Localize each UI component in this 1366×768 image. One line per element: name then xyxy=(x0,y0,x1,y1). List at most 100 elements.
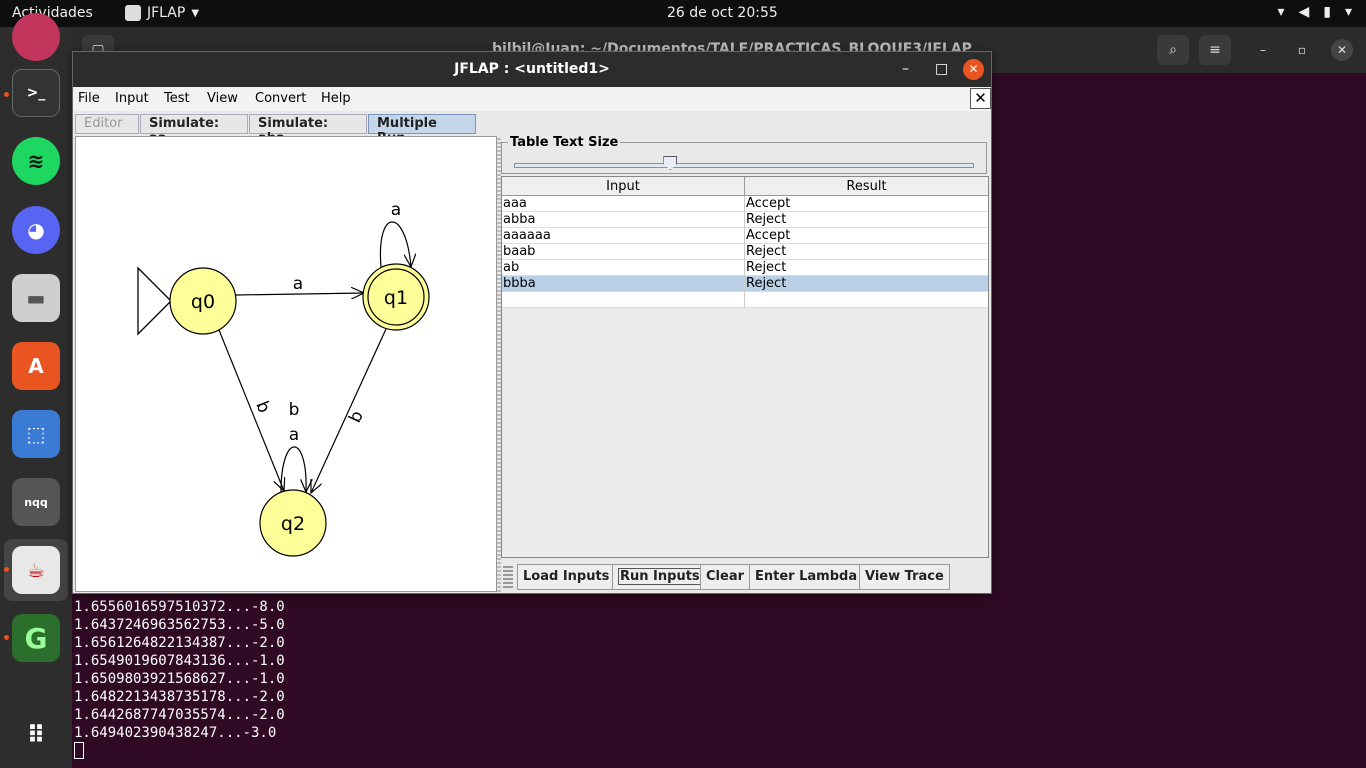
result-cell: Reject xyxy=(746,276,787,291)
table-row[interactable]: aaa Accept xyxy=(502,196,988,212)
text-size-slider-track[interactable] xyxy=(514,163,974,168)
terminal-output: 1.6556016597510372...-8.0 1.643724696356… xyxy=(74,598,285,760)
transition-label: b xyxy=(345,408,368,426)
minimize-icon[interactable]: – xyxy=(1252,39,1274,61)
column-header-result[interactable]: Result xyxy=(745,179,988,194)
wifi-icon: ▾ xyxy=(1277,4,1285,20)
clock[interactable]: 26 de oct 20:55 xyxy=(667,5,778,21)
jflap-app-icon xyxy=(125,5,141,21)
system-tray[interactable]: ▾ ◀ ▮ ▾ xyxy=(1277,4,1352,20)
search-icon[interactable]: ⌕ xyxy=(1157,35,1189,65)
app-menu[interactable]: JFLAP ▼ xyxy=(125,5,199,21)
menu-file[interactable]: File xyxy=(78,91,100,106)
caret-down-icon: ▾ xyxy=(1344,4,1352,20)
column-header-input[interactable]: Input xyxy=(502,179,744,194)
close-icon[interactable]: ✕ xyxy=(970,88,991,109)
automaton-canvas[interactable]: a a b b b a q0 q1 q2 xyxy=(75,136,497,592)
window-title: JFLAP : <untitled1> xyxy=(454,61,610,77)
running-indicator xyxy=(4,92,9,97)
toolbar-grip[interactable] xyxy=(503,564,513,588)
state-q1[interactable]: q1 xyxy=(362,263,430,331)
java-jflap-icon[interactable]: ☕ xyxy=(12,546,60,594)
input-cell[interactable]: abba xyxy=(503,212,535,227)
terminal-line: 1.6509803921568627...-1.0 xyxy=(74,671,285,687)
multiple-run-panel: Table Text Size Input Result aaa Accept … xyxy=(501,135,989,592)
table-row[interactable]: aaaaaa Accept xyxy=(502,228,988,244)
app-menu-label: JFLAP xyxy=(147,5,186,21)
transition-label: b xyxy=(289,400,300,420)
tab-editor[interactable]: Editor xyxy=(75,114,139,134)
jflap-window[interactable]: JFLAP : <untitled1> – □ ✕ File Input Tes… xyxy=(72,51,992,594)
show-apps-icon[interactable]: ⠿ xyxy=(12,711,60,759)
terminal-line: 1.6556016597510372...-8.0 xyxy=(74,599,285,615)
firefox-icon[interactable] xyxy=(12,13,60,61)
input-cell[interactable]: bbba xyxy=(503,276,536,291)
notepadqq-icon[interactable]: nqq xyxy=(12,478,60,526)
dock: >_ ≋ ◕ ▬ A ⬚ nqq ☕ G ⠿ xyxy=(0,13,72,768)
terminal-line: 1.6482213438735178...-2.0 xyxy=(74,689,285,705)
input-cell[interactable]: aaaaaa xyxy=(503,228,551,243)
volume-icon: ◀ xyxy=(1298,4,1310,20)
close-icon[interactable]: ✕ xyxy=(963,59,984,80)
table-row[interactable]: baab Reject xyxy=(502,244,988,260)
table-row[interactable]: ab Reject xyxy=(502,260,988,276)
minimize-icon[interactable]: – xyxy=(902,60,909,78)
input-cell[interactable]: baab xyxy=(503,244,535,259)
terminal-line: 1.6549019607843136...-1.0 xyxy=(74,653,285,669)
menu-view[interactable]: View xyxy=(207,91,238,106)
software-center-icon[interactable]: A xyxy=(12,342,60,390)
transition-label: a xyxy=(391,200,401,220)
menu-icon[interactable]: ≡ xyxy=(1199,35,1231,65)
tab-simulate-aa[interactable]: Simulate: aa xyxy=(140,114,248,146)
transition-q1-loop xyxy=(379,221,411,267)
maximize-icon[interactable]: ▫ xyxy=(1291,39,1313,61)
input-cell[interactable]: ab xyxy=(503,260,519,275)
tab-bar: Editor Simulate: aa Simulate: aba Multip… xyxy=(73,112,991,146)
table-row-empty[interactable] xyxy=(502,292,988,308)
menu-convert[interactable]: Convert xyxy=(255,91,306,106)
transition-q2-loop xyxy=(280,446,306,492)
drive-icon[interactable] xyxy=(12,682,60,694)
spotify-icon[interactable]: ≋ xyxy=(12,137,60,185)
result-cell: Accept xyxy=(746,196,791,211)
load-inputs-button[interactable]: Load Inputs xyxy=(517,564,616,590)
geogebra-icon[interactable]: G xyxy=(12,614,60,662)
tab-multiple-run[interactable]: Multiple Run xyxy=(368,114,476,146)
results-table[interactable]: Input Result aaa Accept abba Reject aaaa… xyxy=(501,176,989,558)
view-trace-button[interactable]: View Trace xyxy=(859,564,950,590)
table-text-size-group: Table Text Size xyxy=(501,135,987,174)
state-q0[interactable]: q0 xyxy=(169,267,237,335)
terminal-cursor xyxy=(74,742,84,759)
run-inputs-button[interactable]: Run Inputs xyxy=(612,564,708,590)
menu-help[interactable]: Help xyxy=(321,91,351,106)
transition-q0-q2 xyxy=(218,329,284,491)
transition-label: a xyxy=(289,425,299,445)
close-icon[interactable]: ✕ xyxy=(1331,39,1353,61)
running-indicator xyxy=(4,567,9,572)
screenshot-icon[interactable]: ⬚ xyxy=(12,410,60,458)
menu-input[interactable]: Input xyxy=(115,91,149,106)
run-inputs-label: Run Inputs xyxy=(618,568,702,585)
result-cell: Reject xyxy=(746,212,787,227)
files-icon[interactable]: ▬ xyxy=(12,274,60,322)
clear-button[interactable]: Clear xyxy=(700,564,750,590)
running-indicator xyxy=(4,635,9,640)
enter-lambda-button[interactable]: Enter Lambda xyxy=(749,564,864,590)
transition-label: a xyxy=(293,274,303,294)
table-row-selected[interactable]: bbba Reject xyxy=(502,276,988,292)
transition-label: b xyxy=(251,398,274,416)
terminal-icon[interactable]: >_ xyxy=(12,69,60,117)
table-row[interactable]: abba Reject xyxy=(502,212,988,228)
menu-test[interactable]: Test xyxy=(164,91,190,106)
terminal-line: 1.6561264822134387...-2.0 xyxy=(74,635,285,651)
top-bar: Actividades JFLAP ▼ 26 de oct 20:55 ▾ ◀ … xyxy=(0,0,1366,27)
jflap-titlebar[interactable]: JFLAP : <untitled1> – □ ✕ xyxy=(73,52,991,87)
tab-simulate-aba[interactable]: Simulate: aba xyxy=(249,114,367,146)
state-label: q2 xyxy=(281,513,305,535)
discord-icon[interactable]: ◕ xyxy=(12,206,60,254)
state-q2[interactable]: q2 xyxy=(259,489,327,557)
automaton-diagram: a a b b b a q0 q1 q2 xyxy=(137,200,430,557)
input-cell[interactable]: aaa xyxy=(503,196,527,211)
result-cell: Accept xyxy=(746,228,791,243)
maximize-icon[interactable]: □ xyxy=(935,60,948,78)
